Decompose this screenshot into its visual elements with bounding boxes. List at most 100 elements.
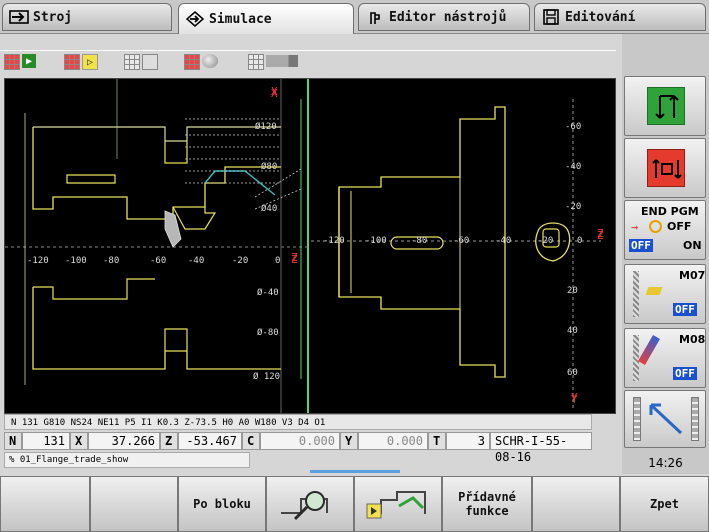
tab-label: Editování	[565, 9, 636, 25]
arrow-right-box-icon	[9, 9, 29, 25]
scale-right-icon	[691, 397, 699, 441]
yellow-play-icon: ▷	[82, 54, 98, 70]
tab-stroj[interactable]: Stroj	[2, 3, 172, 31]
program-name: % 01_Flange_trade_show	[4, 452, 250, 468]
svg-text:Ø 120: Ø 120	[253, 371, 280, 382]
clock-icon	[649, 220, 662, 233]
softkey-7[interactable]	[532, 476, 620, 532]
square-icon	[142, 54, 158, 70]
simulation-view[interactable]: X Z -120 -100 -80 -60 -40 -20 0 Ø120 Ø80…	[4, 78, 616, 414]
tab-editovani[interactable]: Editování	[534, 3, 706, 31]
c-value: 0.000	[260, 432, 340, 450]
svg-text:0: 0	[577, 236, 582, 246]
tab-editor-nastroju[interactable]: Editor nástrojů	[358, 3, 530, 31]
svg-text:-20: -20	[537, 236, 553, 246]
view-button-1[interactable]: ▶	[4, 54, 36, 70]
wall-icon	[633, 271, 639, 317]
axis-z-label: Z	[291, 251, 298, 264]
m07-label: M07	[679, 269, 706, 282]
grid-icon	[248, 54, 264, 70]
z-value: -53.467	[178, 432, 242, 450]
view-button-5[interactable]	[248, 54, 298, 70]
axis-z-right-label: Z	[597, 227, 604, 240]
end-pgm-key[interactable]: END PGM → OFF OFF ON	[624, 200, 706, 260]
pridavne-label-1: Přídavné	[458, 490, 516, 504]
svg-text:-100: -100	[365, 236, 387, 246]
svg-text:-80: -80	[103, 256, 119, 266]
view-toolbar: ▶ ▷	[0, 34, 622, 76]
coolant-icon	[645, 287, 663, 295]
svg-text:-100: -100	[65, 256, 87, 266]
nc-block-line: N 131 G810 NS24 NE11 P5 I1 K0.3 Z-73.5 H…	[4, 414, 592, 430]
svg-text:-40: -40	[495, 236, 511, 246]
svg-text:Ø120: Ø120	[255, 121, 277, 132]
svg-text:-20: -20	[565, 202, 581, 212]
pridavne-label-2: funkce	[465, 504, 509, 518]
view-button-2[interactable]: ▷	[64, 54, 98, 70]
m08-label: M08	[679, 333, 706, 346]
m08-state: OFF	[673, 367, 697, 380]
cycle-start-key[interactable]	[624, 76, 706, 136]
po-bloku-label: Po bloku	[193, 497, 251, 511]
play-icon: ▶	[22, 54, 36, 68]
svg-text:-60: -60	[565, 122, 581, 132]
grid-icon	[4, 54, 20, 70]
toolbar-divider	[0, 50, 616, 51]
document-icon	[541, 9, 561, 25]
svg-text:-20: -20	[232, 256, 248, 266]
jog-key[interactable]	[624, 390, 706, 448]
softkey-2[interactable]	[90, 476, 178, 532]
end-pgm-off-tag: OFF	[629, 239, 653, 252]
m08-key[interactable]: M08 OFF	[624, 328, 706, 388]
softkey-1[interactable]	[0, 476, 90, 532]
axis-x-label: X	[271, 85, 278, 98]
cycle-stop-key[interactable]	[624, 138, 706, 198]
zpet-label: Zpet	[650, 497, 679, 511]
coolant-nozzle-icon	[638, 335, 660, 365]
m07-state: OFF	[673, 303, 697, 316]
grid-icon	[64, 54, 80, 70]
progress-indicator	[310, 470, 400, 473]
view-button-3[interactable]	[124, 54, 158, 70]
svg-text:Ø-80: Ø-80	[257, 327, 279, 338]
diagonal-arrow-icon	[649, 403, 683, 435]
t-value: 3	[446, 432, 490, 450]
svg-text:Ø80: Ø80	[261, 161, 277, 172]
cycle-stop-icon	[647, 149, 685, 187]
svg-text:-60: -60	[150, 256, 166, 266]
n-value: 131	[22, 432, 70, 450]
grid-icon	[124, 54, 140, 70]
clock-time: 14:26	[648, 456, 683, 470]
diamond-arrow-icon	[185, 11, 205, 27]
tab-simulace[interactable]: Simulace	[178, 3, 354, 34]
x-label: X	[70, 432, 88, 450]
arrow-right-icon: →	[631, 220, 639, 234]
t-label: T	[428, 432, 446, 450]
cycle-start-icon	[647, 87, 685, 125]
m07-key[interactable]: M07 OFF	[624, 264, 706, 324]
zpet-button[interactable]: Zpet	[620, 476, 709, 532]
svg-text:-120: -120	[323, 236, 345, 246]
axis-y-label: Y	[571, 391, 578, 404]
position-row: N 131 X 37.266 Z -53.467 C 0.000 Y 0.000…	[4, 432, 592, 464]
tool-holder-icon	[365, 9, 385, 25]
po-bloku-button[interactable]: Po bloku	[178, 476, 266, 532]
svg-text:20: 20	[567, 286, 578, 296]
svg-text:Ø40: Ø40	[261, 203, 277, 214]
end-pgm-label: END PGM	[641, 205, 699, 218]
view-button-4[interactable]	[184, 54, 218, 70]
svg-text:-120: -120	[27, 256, 49, 266]
pridavne-funkce-button[interactable]: Přídavné funkce	[442, 476, 532, 532]
magnifier-button[interactable]	[266, 476, 354, 532]
tab-bar: Stroj Simulace Editor nástrojů Editování	[0, 0, 709, 34]
end-pgm-on: ON	[683, 239, 702, 252]
turning-contour-view: X Z -120 -100 -80 -60 -40 -20 0 Ø120Ø80Ø…	[5, 79, 308, 413]
svg-text:-40: -40	[188, 256, 204, 266]
contour-select-button[interactable]	[354, 476, 442, 532]
tab-label: Stroj	[33, 9, 73, 25]
end-pgm-off: OFF	[667, 220, 692, 233]
scale-left-icon	[633, 397, 641, 441]
svg-text:Ø-40: Ø-40	[257, 287, 279, 298]
svg-text:-40: -40	[565, 162, 581, 172]
grid-icon	[184, 54, 200, 70]
